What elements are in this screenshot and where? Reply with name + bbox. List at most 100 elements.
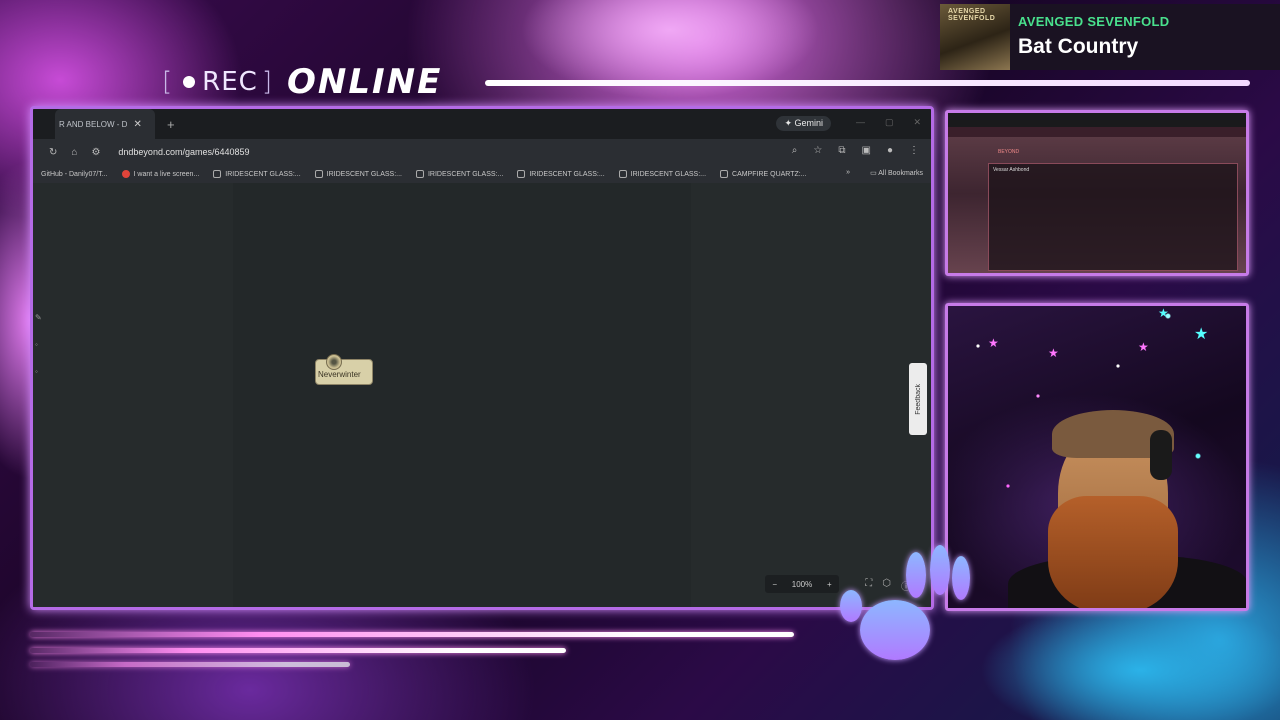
cube-icon[interactable]: ⬡ xyxy=(882,578,891,593)
gemini-button[interactable]: ✦ Gemini xyxy=(776,116,831,131)
bg-swirl-bottom-right xyxy=(980,600,1280,720)
address-bar-row: ↻ ⌂ ⚙ dndbeyond.com/games/6440859 ⌕ ☆ ⧉ … xyxy=(33,139,931,165)
paw-toe xyxy=(906,552,926,598)
screen-preview: BEYOND Vessar Ashbond xyxy=(945,110,1249,276)
all-bookmarks-button[interactable]: ▭ All Bookmarks xyxy=(870,169,923,177)
bookmark-item[interactable]: IRIDESCENT GLASS:... xyxy=(618,170,707,178)
url-field[interactable]: dndbeyond.com/games/6440859 xyxy=(118,147,249,157)
bookmarks-right: » ▭ All Bookmarks xyxy=(846,169,923,177)
preview-sheet-label: Vessar Ashbond xyxy=(993,167,1030,173)
pencil-icon[interactable]: ✎ xyxy=(35,313,42,322)
browser-tab-active[interactable]: R AND BELOW - D ✕ xyxy=(55,109,155,139)
bookmark-item[interactable]: IRIDESCENT GLASS:... xyxy=(314,170,402,178)
now-playing-artist: AVENGED SEVENFOLD xyxy=(1018,14,1170,29)
zoom-in-button[interactable]: + xyxy=(827,580,832,589)
star-icon: ★ xyxy=(1194,326,1209,343)
side-panel-icon[interactable]: ▣ xyxy=(862,145,871,156)
profile-avatar[interactable]: ● xyxy=(887,145,893,156)
neon-line-short xyxy=(30,662,350,667)
globe-icon xyxy=(213,170,222,178)
zoom-control: − 100% + xyxy=(765,575,839,593)
star-icon: ★ xyxy=(988,336,999,350)
preview-site-title: BEYOND xyxy=(998,149,1020,155)
page-content: ✎ ◦ ◦ Neverwinter Feedback − 100% + ⛶ ⬡ … xyxy=(33,183,931,607)
paw-toe xyxy=(952,556,970,600)
close-window-icon[interactable]: ✕ xyxy=(913,117,921,128)
map-canvas[interactable] xyxy=(233,183,691,607)
bookmark-label: IRIDESCENT GLASS:... xyxy=(630,170,707,178)
bookmark-item[interactable]: IRIDESCENT GLASS:... xyxy=(213,170,301,178)
rec-status-row: [ REC ] ONLINE xyxy=(162,62,442,102)
tool-icon[interactable]: ◦ xyxy=(35,367,42,376)
streamer-beard xyxy=(1048,496,1178,608)
bookmark-item[interactable]: CAMPFIRE QUARTZ:... xyxy=(720,170,807,178)
page-icon xyxy=(314,170,323,178)
preview-character-sheet: Vessar Ashbond xyxy=(988,163,1238,271)
star-icon: ★ xyxy=(1048,346,1059,360)
bookmark-star-icon[interactable]: ☆ xyxy=(813,145,822,156)
bookmark-label: IRIDESCENT GLASS:... xyxy=(225,170,301,178)
maximize-icon[interactable]: ▢ xyxy=(885,117,894,128)
right-panel xyxy=(691,183,931,607)
side-toolbar: ✎ ◦ ◦ xyxy=(33,313,42,376)
close-tab-icon[interactable]: ✕ xyxy=(133,119,141,130)
bookmark-item[interactable]: IRIDESCENT GLASS:... xyxy=(415,170,504,178)
bookmark-label: IRIDESCENT GLASS:... xyxy=(326,170,402,178)
headset-icon xyxy=(1150,430,1172,480)
zoom-out-button[interactable]: − xyxy=(772,580,777,589)
neon-line-top xyxy=(30,632,794,637)
map-pin-icon xyxy=(326,354,342,370)
bookmark-item[interactable]: GitHub - Danily07/T... xyxy=(41,171,108,178)
search-icon[interactable]: ⌕ xyxy=(792,145,798,156)
bookmarks-bar: GitHub - Danily07/T... I want a live scr… xyxy=(33,165,931,183)
preview-browser-bar xyxy=(948,113,1246,127)
page-icon xyxy=(618,170,627,178)
address-bar-actions: ⌕ ☆ ⧉ ▣ ● ⋮ xyxy=(792,145,919,156)
header-divider-line xyxy=(485,80,1250,86)
paw-toe xyxy=(840,590,862,622)
page-icon xyxy=(415,170,424,178)
minimize-icon[interactable]: — xyxy=(856,117,865,128)
album-art: AVENGED SEVENFOLD xyxy=(940,4,1010,70)
feedback-label: Feedback xyxy=(914,383,922,415)
browser-capture-frame: R AND BELOW - D ✕ + ✦ Gemini — ▢ ✕ ↻ ⌂ ⚙… xyxy=(30,106,934,610)
all-bookmarks-label: All Bookmarks xyxy=(878,170,923,177)
browser-tab-title: R AND BELOW - D xyxy=(59,119,128,129)
map-location-token[interactable]: Neverwinter xyxy=(315,354,373,385)
extensions-icon[interactable]: ⧉ xyxy=(838,145,845,156)
reddit-icon xyxy=(121,170,130,178)
online-status: ONLINE xyxy=(286,62,443,102)
bookmark-label: I want a live screen... xyxy=(133,170,200,178)
rec-dot-icon xyxy=(183,76,196,88)
bookmark-label: IRIDESCENT GLASS:... xyxy=(427,170,504,178)
menu-icon[interactable]: ⋮ xyxy=(909,145,919,156)
webcam-feed: ★ ★ ★ ★ ★ xyxy=(945,303,1249,611)
star-icon: ★ xyxy=(1158,306,1169,320)
fullscreen-icon[interactable]: ⛶ xyxy=(865,578,872,593)
window-controls: — ▢ ✕ xyxy=(856,117,921,128)
star-icon: ★ xyxy=(1138,340,1149,354)
paw-toe xyxy=(930,545,950,595)
paw-print-icon xyxy=(860,600,930,660)
bookmark-label: CAMPFIRE QUARTZ:... xyxy=(732,170,807,178)
bookmark-item[interactable]: IRIDESCENT GLASS:... xyxy=(517,170,605,178)
rec-bracket-left: [ xyxy=(162,67,174,97)
home-icon[interactable]: ⌂ xyxy=(71,147,77,158)
zoom-level: 100% xyxy=(791,579,813,589)
bookmarks-overflow-button[interactable]: » xyxy=(846,169,850,177)
new-tab-button[interactable]: + xyxy=(167,117,175,132)
site-info-icon[interactable]: ⚙ xyxy=(91,147,100,158)
bookmark-item[interactable]: I want a live screen... xyxy=(121,170,200,178)
bookmark-label: IRIDESCENT GLASS:... xyxy=(529,170,605,178)
preview-nav xyxy=(948,127,1246,137)
tool-icon[interactable]: ◦ xyxy=(35,340,42,349)
now-playing-song: Bat Country xyxy=(1018,35,1139,58)
map-view-controls: ⛶ ⬡ ⓘ xyxy=(865,578,911,593)
feedback-tab[interactable]: Feedback xyxy=(909,363,927,435)
album-art-text: AVENGED SEVENFOLD xyxy=(948,8,996,22)
reload-icon[interactable]: ↻ xyxy=(49,147,57,158)
now-playing-text: AVENGED SEVENFOLD Bat Country xyxy=(1010,4,1170,70)
map-location-label: Neverwinter xyxy=(318,370,361,379)
left-panel xyxy=(33,183,233,607)
rec-label: REC xyxy=(202,67,258,97)
